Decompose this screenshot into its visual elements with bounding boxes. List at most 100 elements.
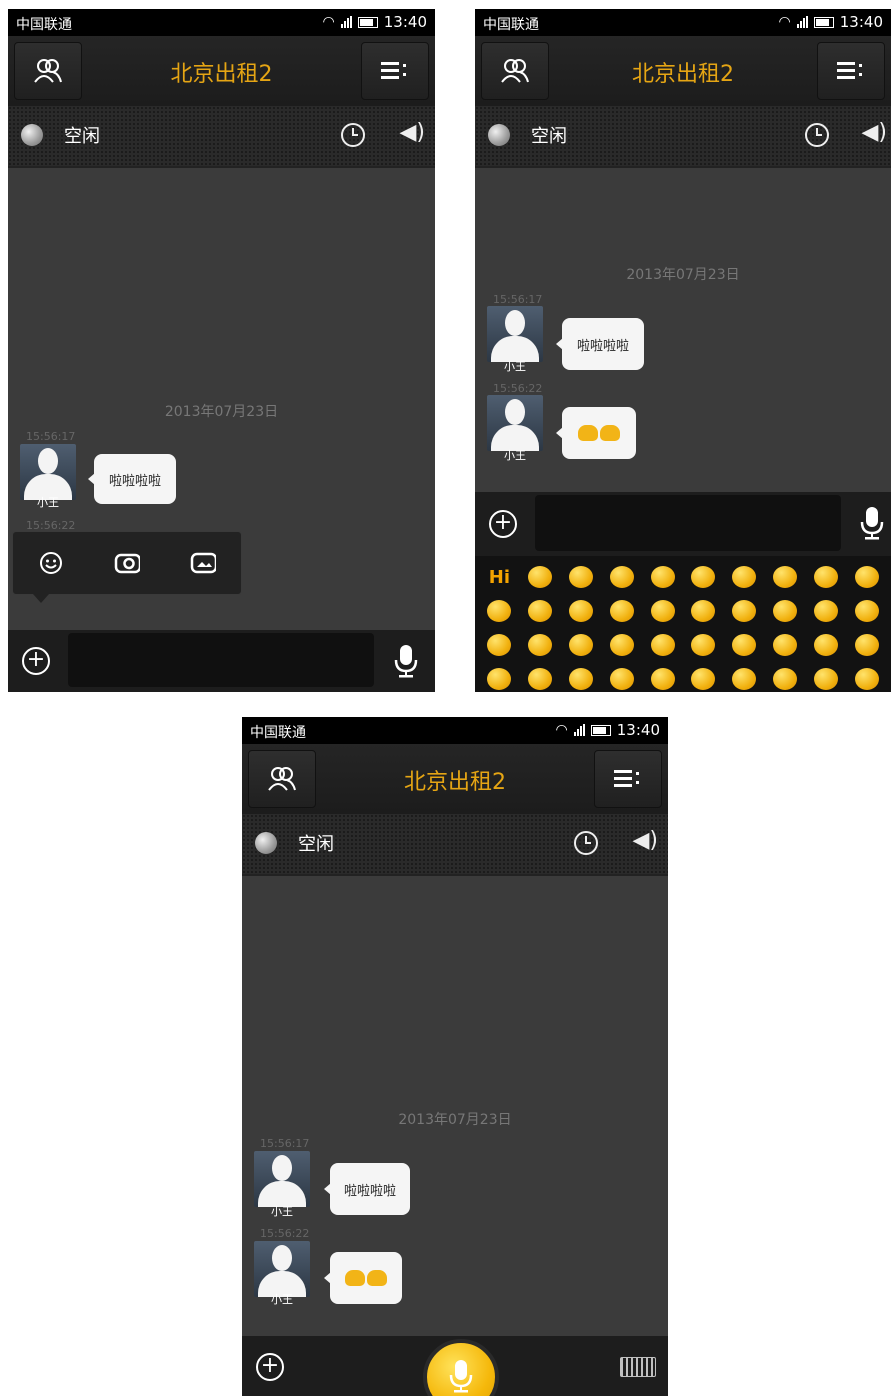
emoji-face-icon[interactable] bbox=[642, 628, 683, 662]
emoji-face-icon[interactable] bbox=[642, 560, 683, 594]
emoji-face-icon[interactable] bbox=[642, 662, 683, 692]
emoji-face-icon[interactable] bbox=[520, 662, 561, 692]
add-icon[interactable]: + bbox=[256, 1353, 284, 1381]
emoji-face-icon[interactable] bbox=[765, 662, 806, 692]
emoji-bubble[interactable] bbox=[324, 1252, 402, 1304]
page-title: 北京出租2 bbox=[170, 62, 273, 87]
emoji-face-icon[interactable] bbox=[724, 628, 765, 662]
carrier-label: 中国联通 bbox=[16, 17, 72, 33]
emoji-face-icon[interactable] bbox=[805, 594, 846, 628]
emoji-face-icon[interactable] bbox=[683, 594, 724, 628]
wifi-icon: ◠ bbox=[322, 14, 335, 30]
emoji-face-icon[interactable] bbox=[765, 628, 806, 662]
menu-icon bbox=[837, 62, 862, 79]
message-input[interactable] bbox=[68, 633, 374, 687]
contacts-icon bbox=[34, 59, 62, 83]
emoji-face-icon[interactable] bbox=[846, 662, 887, 692]
emoji-bubble[interactable] bbox=[556, 407, 636, 459]
carrier-label: 中国联通 bbox=[483, 17, 539, 33]
screen-attach-menu: 中国联通 ◠ 13:40 北京出租2 空闲 ◀) 2013年07月23日 15:… bbox=[8, 9, 435, 692]
emoji-face-icon[interactable] bbox=[724, 594, 765, 628]
input-bar: + bbox=[475, 492, 891, 556]
emoji-face-icon[interactable] bbox=[479, 662, 520, 692]
avatar[interactable] bbox=[487, 395, 543, 451]
clock-time: 13:40 bbox=[839, 13, 883, 31]
emoji-face-icon[interactable] bbox=[683, 662, 724, 692]
message-bubble[interactable]: 啦啦啦啦 bbox=[556, 318, 644, 370]
contacts-button[interactable] bbox=[248, 750, 316, 808]
message-input[interactable] bbox=[535, 495, 841, 551]
emoji-face-icon[interactable] bbox=[846, 560, 887, 594]
message-bubble[interactable]: 啦啦啦啦 bbox=[88, 454, 176, 504]
camera-icon[interactable] bbox=[114, 550, 140, 576]
emoji-face-icon[interactable] bbox=[724, 560, 765, 594]
emoji-face-icon[interactable] bbox=[642, 594, 683, 628]
emoji-face-icon[interactable] bbox=[765, 560, 806, 594]
presence-dot-icon bbox=[21, 124, 43, 146]
menu-button[interactable] bbox=[594, 750, 662, 808]
add-icon[interactable]: + bbox=[489, 510, 517, 538]
contacts-button[interactable] bbox=[481, 42, 549, 100]
signal-icon bbox=[340, 16, 352, 28]
sender-name: 小王 bbox=[37, 496, 59, 509]
history-clock-icon[interactable] bbox=[805, 123, 829, 147]
avatar[interactable] bbox=[254, 1151, 310, 1207]
emoji-face-icon[interactable] bbox=[561, 560, 602, 594]
sender-name: 小王 bbox=[271, 1205, 293, 1218]
wifi-icon: ◠ bbox=[555, 722, 568, 738]
emoji-face-icon[interactable] bbox=[805, 560, 846, 594]
image-icon[interactable] bbox=[190, 550, 216, 576]
message-bubble[interactable]: 啦啦啦啦 bbox=[324, 1163, 410, 1215]
menu-icon bbox=[381, 62, 406, 79]
emoji-face-icon[interactable] bbox=[520, 560, 561, 594]
emoji-face-icon[interactable] bbox=[765, 594, 806, 628]
emoji-face-icon[interactable] bbox=[683, 560, 724, 594]
history-clock-icon[interactable] bbox=[574, 831, 598, 855]
emoji-face-icon[interactable] bbox=[479, 628, 520, 662]
avatar[interactable] bbox=[254, 1241, 310, 1297]
add-icon[interactable]: + bbox=[22, 647, 50, 675]
speaker-icon[interactable]: ◀) bbox=[399, 120, 425, 145]
emoji-face-icon[interactable] bbox=[846, 628, 887, 662]
crying-emoji-icon bbox=[345, 1270, 387, 1286]
microphone-icon[interactable] bbox=[393, 644, 419, 678]
emoji-face-icon[interactable] bbox=[520, 594, 561, 628]
microphone-icon[interactable] bbox=[859, 506, 885, 540]
emoji-face-icon[interactable] bbox=[724, 662, 765, 692]
input-bar: + bbox=[8, 630, 435, 692]
emoji-face-icon[interactable] bbox=[601, 628, 642, 662]
message-time: 15:56:17 bbox=[493, 293, 543, 306]
contacts-button[interactable] bbox=[14, 42, 82, 100]
message-text: 啦啦啦啦 bbox=[576, 338, 629, 354]
emoji-face-icon[interactable] bbox=[601, 560, 642, 594]
title-bar: 北京出租2 bbox=[242, 744, 668, 814]
sender-name: 小王 bbox=[271, 1293, 293, 1306]
menu-button[interactable] bbox=[361, 42, 429, 100]
presence-bar: 空闲 ◀) bbox=[242, 814, 668, 876]
emoji-face-icon[interactable] bbox=[805, 662, 846, 692]
clock-time: 13:40 bbox=[616, 721, 660, 739]
emoji-face-icon[interactable] bbox=[601, 594, 642, 628]
contacts-icon bbox=[501, 59, 529, 83]
message-text: 啦啦啦啦 bbox=[108, 473, 161, 489]
speaker-icon[interactable]: ◀) bbox=[632, 828, 658, 853]
hi-emoji[interactable]: Hi bbox=[479, 560, 520, 594]
emoji-face-icon[interactable] bbox=[479, 594, 520, 628]
speaker-icon[interactable]: ◀) bbox=[861, 120, 887, 145]
avatar[interactable] bbox=[487, 306, 543, 362]
emoji-face-icon[interactable] bbox=[601, 662, 642, 692]
emoji-face-icon[interactable] bbox=[805, 628, 846, 662]
emoji-face-icon[interactable] bbox=[683, 628, 724, 662]
emoji-face-icon[interactable] bbox=[846, 594, 887, 628]
emoji-face-icon[interactable] bbox=[561, 662, 602, 692]
history-clock-icon[interactable] bbox=[341, 123, 365, 147]
screen-emoji-panel: 中国联通 ◠ 13:40 北京出租2 空闲 ◀) 2013年07月23日 15:… bbox=[475, 9, 891, 692]
emoji-face-icon[interactable] bbox=[561, 594, 602, 628]
smiley-icon[interactable] bbox=[38, 550, 64, 576]
keyboard-icon[interactable] bbox=[620, 1357, 656, 1377]
menu-button[interactable] bbox=[817, 42, 885, 100]
status-bar: 中国联通 ◠ 13:40 bbox=[475, 9, 891, 36]
avatar[interactable] bbox=[20, 444, 76, 500]
emoji-face-icon[interactable] bbox=[561, 628, 602, 662]
emoji-face-icon[interactable] bbox=[520, 628, 561, 662]
